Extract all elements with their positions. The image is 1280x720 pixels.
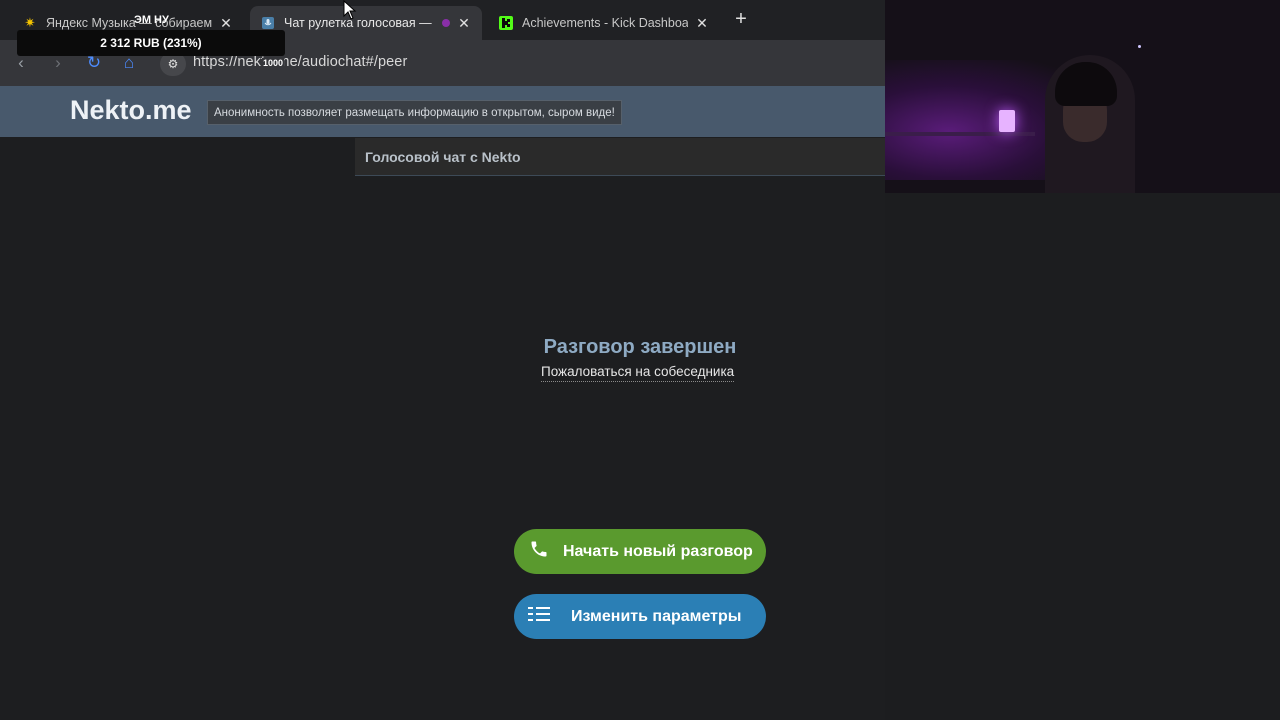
- price-badge: 2 312 RUB (231%): [17, 30, 285, 56]
- music-overlay-text: ЭМ НУ: [134, 14, 169, 26]
- yandex-music-favicon-icon: ✷: [24, 15, 36, 30]
- webcam-shelf: [885, 132, 1035, 136]
- site-logo[interactable]: Nekto.me: [70, 95, 192, 126]
- kick-favicon-icon: [498, 15, 514, 31]
- close-icon[interactable]: ✕: [218, 15, 234, 32]
- address-overlay-text: 1000: [262, 58, 285, 68]
- site-header: Nekto.me Анонимность позволяет размещать…: [0, 86, 885, 137]
- tab-title: Яндекс Музыка — собираем му: [46, 16, 212, 30]
- address-bar[interactable]: https://nekto.me/audiochat#/peer: [193, 54, 407, 70]
- price-badge-text: 2 312 RUB (231%): [100, 36, 202, 50]
- start-new-conversation-button[interactable]: Начать новый разговор: [514, 529, 766, 574]
- conversation-status: Разговор завершен: [543, 336, 737, 358]
- chat-header: Голосовой чат с Nekto: [355, 138, 885, 176]
- close-icon[interactable]: ✕: [694, 15, 710, 32]
- site-tagline: Анонимность позволяет размещать информац…: [207, 100, 622, 125]
- tab-kick-dashboard[interactable]: Achievements - Kick Dashboard ✕: [488, 6, 720, 40]
- report-partner-link[interactable]: Пожаловаться на собеседника: [541, 364, 735, 382]
- new-tab-button[interactable]: +: [730, 8, 752, 30]
- webcam-overlay: [885, 0, 1280, 193]
- change-parameters-label: Изменить параметры: [571, 607, 742, 625]
- change-parameters-button[interactable]: Изменить параметры: [514, 594, 766, 639]
- close-icon[interactable]: ✕: [456, 15, 472, 32]
- tab-title: Чат рулетка голосовая —: [284, 16, 432, 30]
- tab-title: Achievements - Kick Dashboard: [522, 16, 688, 30]
- recording-indicator-icon: [442, 19, 450, 27]
- webcam-lamp: [999, 110, 1015, 132]
- start-new-conversation-label: Начать новый разговор: [563, 542, 753, 560]
- browser-window: ✷ Яндекс Музыка — собираем му ✕ Чат руле…: [0, 0, 885, 720]
- mouse-cursor-icon: [343, 0, 357, 20]
- list-settings-icon: [514, 605, 564, 629]
- phone-icon: [514, 539, 564, 565]
- microphone-favicon-icon: [260, 15, 276, 31]
- webcam-light-dot: [1138, 45, 1141, 48]
